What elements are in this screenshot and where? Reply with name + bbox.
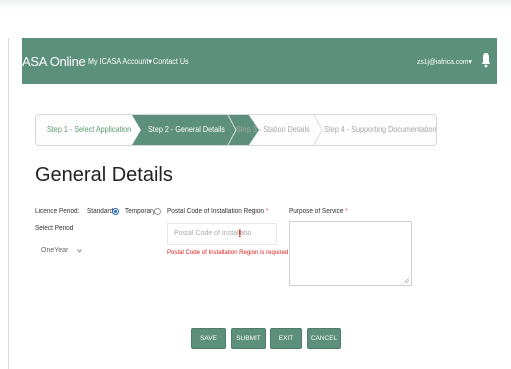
- wizard-steps: Step 1 - Select Application Step 2 - Gen…: [35, 114, 437, 146]
- nav-my-account-menu[interactable]: My ICASA Account▾: [88, 57, 152, 66]
- resize-grip-icon[interactable]: [403, 277, 409, 283]
- page-frame: [8, 38, 511, 369]
- cancel-button[interactable]: CANCEL: [307, 328, 341, 349]
- chevron-down-icon: ▾: [148, 56, 153, 66]
- user-account-menu[interactable]: zs1j@iafrica.com▾: [417, 57, 472, 66]
- postal-code-error-message: Postal Code of Installation Region is re…: [167, 249, 289, 256]
- select-period-dropdown[interactable]: OneYear: [35, 243, 105, 259]
- bell-icon[interactable]: [481, 52, 491, 68]
- chevron-down-icon: ▾: [468, 56, 472, 66]
- step-2-general-details[interactable]: Step 2 - General Details: [148, 115, 225, 145]
- temporary-radio[interactable]: [154, 208, 161, 215]
- required-marker: *: [265, 208, 269, 215]
- top-shadow: [0, 0, 511, 10]
- postal-code-label-text: Postal Code of Installation Region: [167, 208, 265, 215]
- exit-button[interactable]: EXIT: [270, 328, 302, 349]
- purpose-of-service-label-text: Purpose of Service: [289, 208, 344, 215]
- licence-period-label: Licence Period:: [35, 208, 80, 215]
- step-1-select-application[interactable]: Step 1 - Select Application: [47, 115, 131, 145]
- user-email-label: zs1j@iafrica.com: [417, 56, 469, 66]
- nav-my-account-label: My ICASA Account: [88, 56, 149, 66]
- select-period-label: Select Period: [35, 225, 74, 232]
- required-marker: *: [345, 208, 348, 215]
- temporary-option-label[interactable]: Temporary: [125, 208, 155, 215]
- chevron-down-icon: [77, 249, 82, 253]
- nav-contact-us[interactable]: Contact Us: [153, 57, 189, 66]
- standard-radio[interactable]: [112, 208, 119, 215]
- top-navbar: ASA Online My ICASA Account▾ Contact Us …: [22, 38, 497, 84]
- step-3-station-details[interactable]: Step 3 - Station Details: [236, 115, 310, 145]
- step-separator-icon: [313, 115, 323, 145]
- brand-title[interactable]: ASA Online: [22, 54, 86, 69]
- postal-code-label: Postal Code of Installation Region *: [167, 208, 268, 215]
- purpose-of-service-label: Purpose of Service *: [289, 208, 348, 215]
- submit-button[interactable]: SUBMIT: [231, 328, 266, 349]
- save-button[interactable]: SAVE: [191, 328, 226, 349]
- error-icon: !: [238, 228, 242, 240]
- select-period-value: OneYear: [41, 247, 69, 254]
- page-title: General Details: [35, 164, 173, 186]
- step-4-supporting-documentation[interactable]: Step 4 - Supporting Documentation: [324, 115, 436, 145]
- standard-option-label[interactable]: Standard: [87, 208, 113, 215]
- postal-code-input[interactable]: Postal Code of Installatio !: [167, 223, 277, 245]
- purpose-of-service-textarea[interactable]: [289, 221, 412, 286]
